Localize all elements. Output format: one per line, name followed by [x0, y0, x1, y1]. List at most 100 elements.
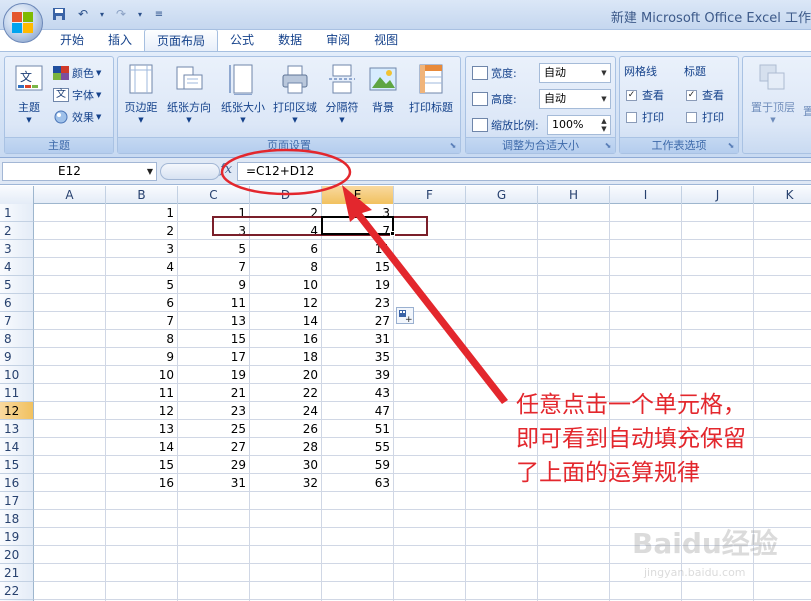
cell-d7[interactable]: 14 — [250, 312, 322, 330]
cell-e4[interactable]: 15 — [322, 258, 394, 276]
cell-e14[interactable]: 55 — [322, 438, 394, 456]
row-header-1[interactable]: 1 — [0, 204, 34, 222]
dialog-launcher-icon[interactable]: ⬊ — [726, 141, 736, 151]
save-icon[interactable] — [50, 5, 68, 23]
column-header-h[interactable]: H — [538, 186, 610, 204]
cell-c8[interactable]: 15 — [178, 330, 250, 348]
scale-spinner[interactable]: 100% ▲ ▼ — [547, 115, 611, 135]
cell-b13[interactable]: 13 — [106, 420, 178, 438]
cell-d11[interactable]: 22 — [250, 384, 322, 402]
cell-d14[interactable]: 28 — [250, 438, 322, 456]
headings-print-checkbox[interactable]: 打印 — [686, 107, 724, 127]
theme-colors-button[interactable]: 颜色 ▼ — [53, 63, 101, 83]
row-header-17[interactable]: 17 — [0, 492, 34, 510]
cell-c9[interactable]: 17 — [178, 348, 250, 366]
row-header-14[interactable]: 14 — [0, 438, 34, 456]
breaks-button[interactable]: 分隔符 ▼ — [322, 61, 362, 135]
height-select[interactable]: 自动 ▼ — [539, 89, 611, 109]
cell-d15[interactable]: 30 — [250, 456, 322, 474]
cell-e7[interactable]: 27 — [322, 312, 394, 330]
cell-c12[interactable]: 23 — [178, 402, 250, 420]
row-header-13[interactable]: 13 — [0, 420, 34, 438]
cell-c3[interactable]: 5 — [178, 240, 250, 258]
cell-d6[interactable]: 12 — [250, 294, 322, 312]
cell-b3[interactable]: 3 — [106, 240, 178, 258]
margins-button[interactable]: 页边距 ▼ — [121, 61, 161, 135]
row-header-7[interactable]: 7 — [0, 312, 34, 330]
tab-page-layout[interactable]: 页面布局 — [144, 29, 219, 52]
tab-formulas[interactable]: 公式 — [218, 29, 266, 52]
tab-view[interactable]: 视图 — [362, 29, 410, 52]
row-header-10[interactable]: 10 — [0, 366, 34, 384]
row-header-22[interactable]: 22 — [0, 582, 34, 600]
customize-qat-icon[interactable]: ≡ — [150, 5, 168, 23]
cell-e10[interactable]: 39 — [322, 366, 394, 384]
cell-e15[interactable]: 59 — [322, 456, 394, 474]
cell-b14[interactable]: 14 — [106, 438, 178, 456]
cell-d16[interactable]: 32 — [250, 474, 322, 492]
cell-e12[interactable]: 47 — [322, 402, 394, 420]
row-header-8[interactable]: 8 — [0, 330, 34, 348]
column-header-b[interactable]: B — [106, 186, 178, 204]
cell-c10[interactable]: 19 — [178, 366, 250, 384]
cell-b15[interactable]: 15 — [106, 456, 178, 474]
row-header-16[interactable]: 16 — [0, 474, 34, 492]
paper-size-button[interactable]: 纸张大小 ▼ — [218, 61, 268, 135]
theme-fonts-button[interactable]: 文 字体 ▼ — [53, 85, 101, 105]
insert-function-icon[interactable]: fx — [220, 162, 232, 177]
theme-button[interactable]: 文 主题 ▼ — [9, 61, 49, 135]
column-header-a[interactable]: A — [34, 186, 106, 204]
column-header-j[interactable]: J — [682, 186, 754, 204]
cell-b7[interactable]: 7 — [106, 312, 178, 330]
cell-b16[interactable]: 16 — [106, 474, 178, 492]
cell-b5[interactable]: 5 — [106, 276, 178, 294]
row-header-12[interactable]: 12 — [0, 402, 34, 420]
cell-d9[interactable]: 18 — [250, 348, 322, 366]
row-header-4[interactable]: 4 — [0, 258, 34, 276]
cell-e5[interactable]: 19 — [322, 276, 394, 294]
row-header-2[interactable]: 2 — [0, 222, 34, 240]
cell-b10[interactable]: 10 — [106, 366, 178, 384]
redo-icon[interactable]: ↷ — [112, 5, 130, 23]
cell-e13[interactable]: 51 — [322, 420, 394, 438]
tab-review[interactable]: 审阅 — [314, 29, 362, 52]
background-button[interactable]: 背景 — [365, 61, 401, 135]
cell-d8[interactable]: 16 — [250, 330, 322, 348]
send-to-back-partial[interactable]: 置 — [803, 101, 811, 121]
cell-b4[interactable]: 4 — [106, 258, 178, 276]
cell-d4[interactable]: 8 — [250, 258, 322, 276]
cell-b9[interactable]: 9 — [106, 348, 178, 366]
row-header-11[interactable]: 11 — [0, 384, 34, 402]
cell-c13[interactable]: 25 — [178, 420, 250, 438]
cell-b2[interactable]: 2 — [106, 222, 178, 240]
cell-d5[interactable]: 10 — [250, 276, 322, 294]
tab-data[interactable]: 数据 — [266, 29, 314, 52]
cell-b6[interactable]: 6 — [106, 294, 178, 312]
cell-b1[interactable]: 1 — [106, 204, 178, 222]
cell-c6[interactable]: 11 — [178, 294, 250, 312]
headings-view-checkbox[interactable]: ✓ 查看 — [686, 85, 724, 105]
cell-e6[interactable]: 23 — [322, 294, 394, 312]
undo-dropdown-icon[interactable]: ▾ — [98, 5, 106, 23]
column-header-g[interactable]: G — [466, 186, 538, 204]
cell-c7[interactable]: 13 — [178, 312, 250, 330]
cell-d13[interactable]: 26 — [250, 420, 322, 438]
row-header-15[interactable]: 15 — [0, 456, 34, 474]
fill-handle[interactable] — [390, 231, 395, 236]
name-box[interactable]: E12 ▼ — [2, 162, 157, 181]
spinner-arrows-icon[interactable]: ▲ ▼ — [598, 116, 610, 134]
cell-c14[interactable]: 27 — [178, 438, 250, 456]
bring-to-front-button[interactable]: 置于顶层 ▼ — [745, 61, 801, 135]
formula-input[interactable]: =C12+D12 — [237, 162, 811, 181]
print-titles-button[interactable]: 打印标题 — [404, 61, 458, 135]
cell-e9[interactable]: 35 — [322, 348, 394, 366]
row-header-20[interactable]: 20 — [0, 546, 34, 564]
orientation-button[interactable]: 纸张方向 ▼ — [164, 61, 214, 135]
office-button[interactable] — [3, 3, 43, 43]
cell-c15[interactable]: 29 — [178, 456, 250, 474]
cell-d10[interactable]: 20 — [250, 366, 322, 384]
cell-e11[interactable]: 43 — [322, 384, 394, 402]
cell-e8[interactable]: 31 — [322, 330, 394, 348]
gridlines-print-checkbox[interactable]: 打印 — [626, 107, 664, 127]
column-header-c[interactable]: C — [178, 186, 250, 204]
